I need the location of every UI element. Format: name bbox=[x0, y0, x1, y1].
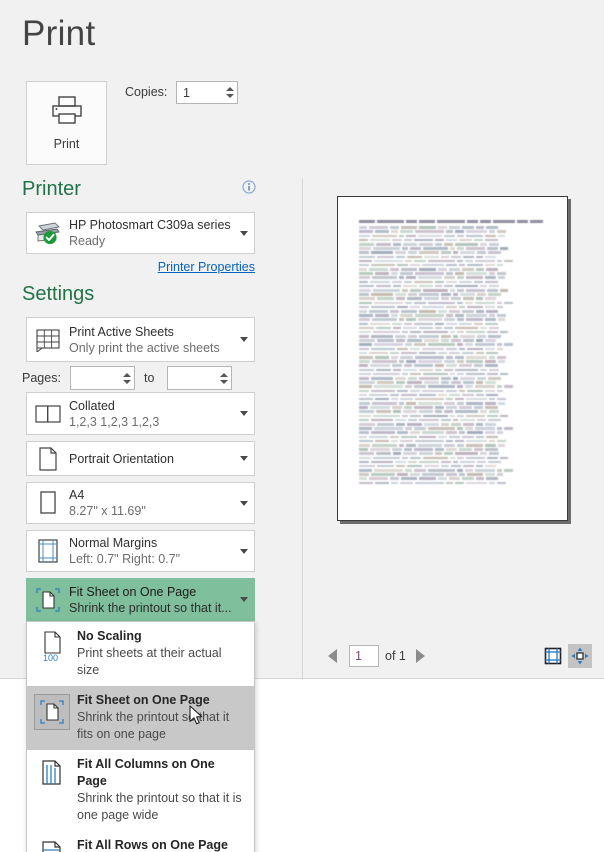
paper-size-subtitle: 8.27" x 11.69" bbox=[69, 504, 146, 518]
fit-sheet-icon bbox=[27, 585, 69, 615]
no-scaling-icon: 100 bbox=[27, 628, 77, 662]
printer-select[interactable]: HP Photosmart C309a series Ready bbox=[26, 212, 255, 254]
scaling-title: Fit Sheet on One Page bbox=[69, 584, 197, 599]
pages-from-input[interactable] bbox=[70, 366, 135, 390]
printer-status: Ready bbox=[69, 234, 106, 248]
dropdown-item-no-scaling[interactable]: 100 No Scaling Print sheets at their act… bbox=[27, 622, 254, 686]
chevron-down-icon[interactable] bbox=[234, 456, 254, 461]
copies-input[interactable]: 1 bbox=[176, 81, 238, 104]
paper-size-icon bbox=[27, 490, 69, 516]
copies-decrement-icon[interactable] bbox=[225, 94, 234, 98]
dropdown-item-fit-sheet-on-one-page[interactable]: Fit Sheet on One Page Shrink the printou… bbox=[27, 686, 254, 750]
pages-to-label: to bbox=[144, 371, 155, 385]
orientation-title: Portrait Orientation bbox=[69, 451, 174, 466]
info-icon[interactable] bbox=[242, 180, 256, 194]
dropdown-item-title: Fit All Rows on One Page bbox=[77, 838, 228, 852]
pages-to-stepper[interactable] bbox=[216, 367, 231, 389]
printer-icon bbox=[50, 95, 84, 130]
dropdown-item-subtitle: Print sheets at their actual size bbox=[77, 646, 222, 677]
decrement-icon[interactable] bbox=[219, 379, 228, 384]
margins-icon bbox=[27, 538, 69, 564]
pages-to-input[interactable] bbox=[167, 366, 232, 390]
dropdown-item-title: Fit Sheet on One Page bbox=[77, 693, 210, 707]
pages-from-stepper[interactable] bbox=[119, 367, 134, 389]
print-preview-area bbox=[303, 178, 604, 633]
preview-toolbar: 1 of 1 bbox=[303, 634, 604, 678]
collation-select[interactable]: Collated 1,2,3 1,2,3 1,2,3 bbox=[26, 392, 255, 435]
page-title: Print bbox=[22, 14, 96, 53]
print-what-subtitle: Only print the active sheets bbox=[69, 340, 220, 355]
scaling-dropdown-menu[interactable]: 100 No Scaling Print sheets at their act… bbox=[26, 621, 255, 852]
print-what-title: Print Active Sheets bbox=[69, 324, 174, 339]
chevron-down-icon[interactable] bbox=[234, 337, 254, 342]
next-page-arrow-icon[interactable] bbox=[410, 645, 432, 667]
paper-size-select[interactable]: A4 8.27" x 11.69" bbox=[26, 482, 255, 524]
dropdown-item-title: Fit All Columns on One Page bbox=[77, 757, 215, 788]
dropdown-item-subtitle: Shrink the printout so that it fits on o… bbox=[77, 710, 230, 741]
preview-page-number[interactable]: 1 bbox=[355, 649, 362, 663]
portrait-page-icon bbox=[27, 446, 69, 472]
increment-icon[interactable] bbox=[122, 372, 131, 377]
copies-stepper[interactable] bbox=[222, 82, 237, 103]
svg-text:100: 100 bbox=[43, 653, 58, 662]
chevron-down-icon[interactable] bbox=[234, 411, 254, 416]
collate-icon bbox=[27, 403, 69, 425]
previous-page-arrow-icon[interactable] bbox=[321, 645, 343, 667]
print-button[interactable]: Print bbox=[26, 81, 107, 165]
print-button-label: Print bbox=[53, 137, 80, 151]
fit-rows-icon bbox=[27, 837, 77, 852]
decrement-icon[interactable] bbox=[122, 379, 131, 384]
collation-title: Collated bbox=[69, 398, 115, 413]
margins-title: Normal Margins bbox=[69, 536, 158, 550]
dropdown-item-fit-all-columns-on-one-page[interactable]: Fit All Columns on One Page Shrink the p… bbox=[27, 750, 254, 831]
increment-icon[interactable] bbox=[219, 372, 228, 377]
collation-subtitle: 1,2,3 1,2,3 1,2,3 bbox=[69, 414, 160, 429]
printer-status-icon bbox=[27, 220, 69, 246]
print-what-select[interactable]: Print Active Sheets Only print the activ… bbox=[26, 317, 255, 362]
margins-subtitle: Left: 0.7" Right: 0.7" bbox=[69, 552, 181, 566]
paper-size-title: A4 bbox=[69, 488, 85, 502]
chevron-down-icon[interactable] bbox=[234, 548, 254, 554]
pages-label: Pages: bbox=[22, 371, 61, 385]
preview-page-content bbox=[359, 220, 543, 486]
printer-properties-link[interactable]: Printer Properties bbox=[0, 260, 255, 274]
fit-columns-icon bbox=[27, 756, 77, 788]
copies-value[interactable]: 1 bbox=[177, 86, 222, 100]
scaling-subtitle: Shrink the printout so that it... bbox=[69, 600, 232, 615]
show-margins-icon[interactable] bbox=[541, 644, 565, 668]
dropdown-item-subtitle: Shrink the printout so that it is one pa… bbox=[77, 791, 242, 822]
zoom-to-page-icon[interactable] bbox=[568, 644, 592, 668]
dropdown-item-title: No Scaling bbox=[77, 629, 142, 643]
chevron-down-icon[interactable] bbox=[234, 500, 254, 506]
dropdown-item-fit-all-rows-on-one-page[interactable]: Fit All Rows on One Page Shrink the prin… bbox=[27, 831, 254, 852]
chevron-down-icon[interactable] bbox=[234, 230, 254, 236]
preview-page-input[interactable]: 1 bbox=[349, 645, 379, 667]
orientation-select[interactable]: Portrait Orientation bbox=[26, 441, 255, 476]
sheets-grid-icon bbox=[27, 327, 69, 352]
fit-sheet-icon bbox=[27, 692, 77, 730]
margins-select[interactable]: Normal Margins Left: 0.7" Right: 0.7" bbox=[26, 530, 255, 572]
scaling-select[interactable]: Fit Sheet on One Page Shrink the printou… bbox=[26, 578, 255, 621]
preview-page bbox=[337, 196, 568, 521]
printer-section-heading: Printer bbox=[22, 178, 81, 200]
copies-label: Copies: bbox=[125, 85, 168, 99]
settings-section-heading: Settings bbox=[22, 283, 95, 305]
copies-increment-icon[interactable] bbox=[225, 87, 234, 91]
chevron-down-icon[interactable] bbox=[234, 597, 254, 602]
preview-page-count: of 1 bbox=[385, 649, 406, 663]
printer-name: HP Photosmart C309a series bbox=[69, 218, 231, 232]
